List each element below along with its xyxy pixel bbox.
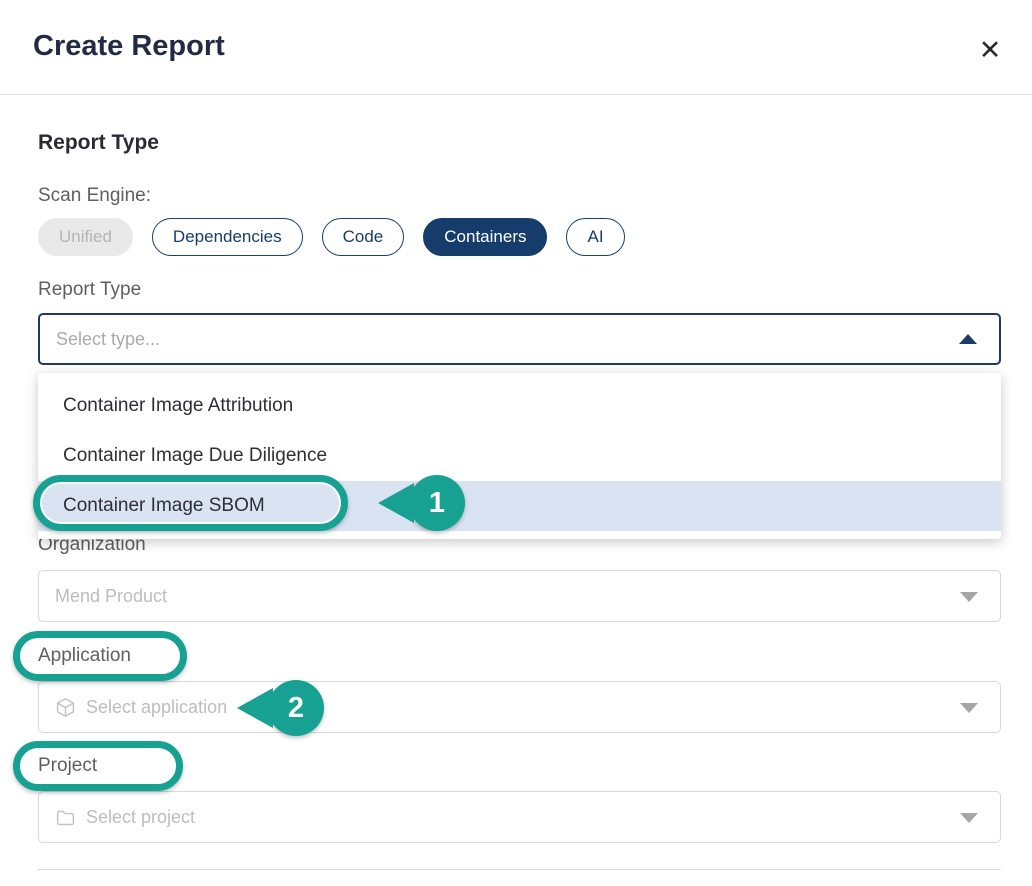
cube-icon xyxy=(55,697,76,718)
project-select-placeholder: Select project xyxy=(86,807,195,828)
arrow-left-icon xyxy=(237,688,273,728)
scan-engine-pills: Unified Dependencies Code Containers AI xyxy=(38,218,625,256)
annotation-step-2: 2 xyxy=(268,680,324,736)
scan-engine-pill-unified[interactable]: Unified xyxy=(38,218,133,256)
project-select[interactable]: Select project xyxy=(38,791,1001,843)
folder-icon xyxy=(55,807,76,828)
close-button[interactable]: ✕ xyxy=(970,30,1010,70)
dropdown-option-due-diligence[interactable]: Container Image Due Diligence xyxy=(38,431,1001,481)
create-report-modal: Create Report ✕ Report Type Scan Engine:… xyxy=(0,0,1032,886)
bottom-divider xyxy=(38,869,1001,870)
chevron-down-icon xyxy=(960,703,978,713)
chevron-down-icon xyxy=(960,592,978,602)
organization-select[interactable]: Mend Product xyxy=(38,570,1001,622)
application-select-placeholder: Select application xyxy=(86,697,227,718)
arrow-left-icon xyxy=(378,483,414,523)
scan-engine-label: Scan Engine: xyxy=(38,185,151,207)
chevron-down-icon xyxy=(960,813,978,823)
scan-engine-pill-code[interactable]: Code xyxy=(322,218,405,256)
report-type-dropdown-menu: Container Image Attribution Container Im… xyxy=(38,373,1001,539)
application-select[interactable]: Select application xyxy=(38,681,1001,733)
scan-engine-pill-dependencies[interactable]: Dependencies xyxy=(152,218,303,256)
page-title: Create Report xyxy=(33,30,225,63)
dropdown-option-sbom[interactable]: Container Image SBOM xyxy=(38,481,1001,531)
section-heading-report-type: Report Type xyxy=(38,131,159,155)
organization-select-value: Mend Product xyxy=(55,586,167,607)
chevron-up-icon xyxy=(959,334,977,344)
dropdown-option-attribution[interactable]: Container Image Attribution xyxy=(38,381,1001,431)
report-type-label: Report Type xyxy=(38,279,141,301)
report-type-select-placeholder: Select type... xyxy=(56,329,160,350)
annotation-step-1: 1 xyxy=(409,475,465,531)
close-icon: ✕ xyxy=(979,35,1002,66)
report-type-select[interactable]: Select type... xyxy=(38,313,1001,365)
application-label: Application xyxy=(38,645,131,667)
project-label: Project xyxy=(38,755,97,777)
scan-engine-pill-ai[interactable]: AI xyxy=(566,218,624,256)
step-1-badge: 1 xyxy=(409,475,465,531)
modal-header: Create Report ✕ xyxy=(0,0,1032,95)
scan-engine-pill-containers[interactable]: Containers xyxy=(423,218,547,256)
step-2-badge: 2 xyxy=(268,680,324,736)
